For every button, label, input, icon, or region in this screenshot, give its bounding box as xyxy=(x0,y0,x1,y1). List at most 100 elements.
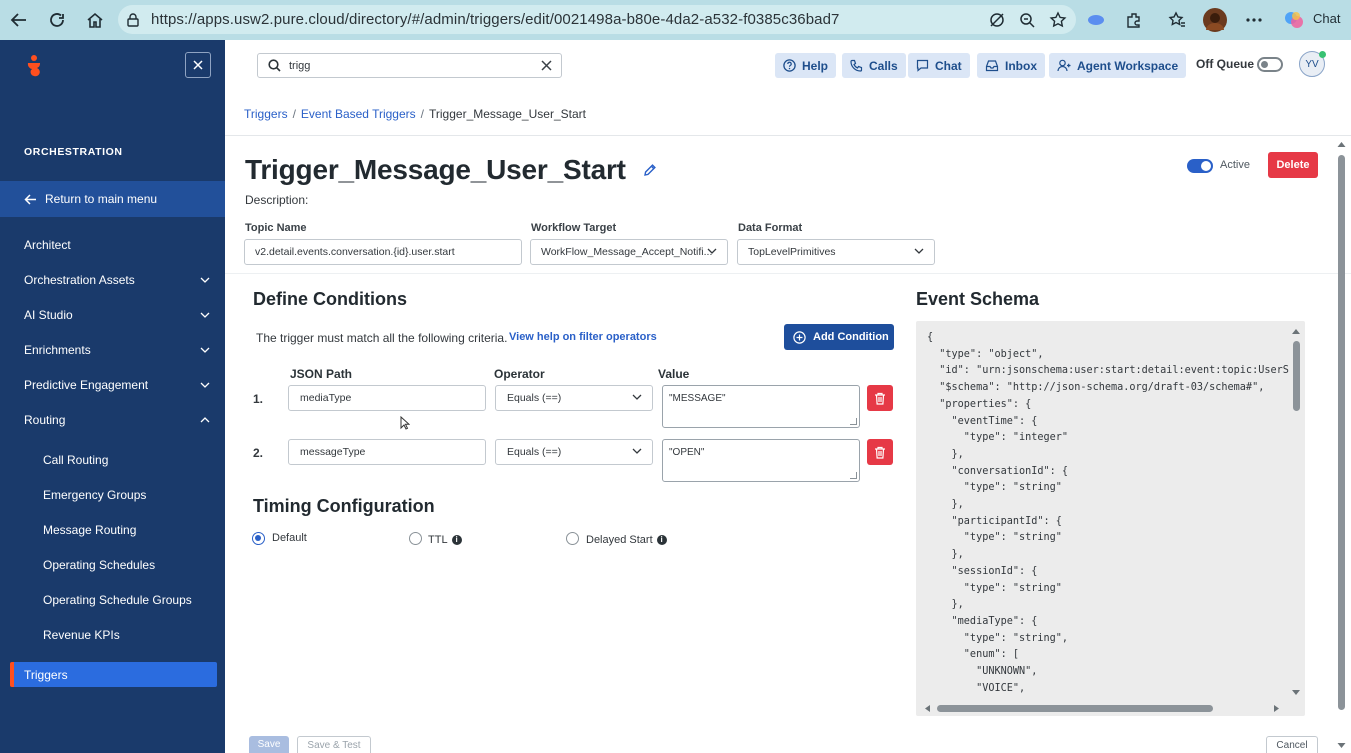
schema-horizontal-scrollbar[interactable] xyxy=(919,701,1285,715)
scroll-left-icon[interactable] xyxy=(923,704,931,713)
sidebar-subitem-message-routing[interactable]: Message Routing xyxy=(43,523,136,537)
workflow-target-select[interactable]: WorkFlow_Message_Accept_Notifi... xyxy=(530,239,728,265)
chevron-down-icon xyxy=(200,382,210,388)
browser-chat-label[interactable]: Chat xyxy=(1313,11,1340,26)
scrollbar-thumb[interactable] xyxy=(1293,341,1300,411)
tracking-off-icon[interactable] xyxy=(985,8,1009,32)
scroll-down-icon[interactable] xyxy=(1291,689,1301,697)
timing-delayed-start-radio[interactable] xyxy=(566,532,579,545)
delete-condition-button[interactable] xyxy=(867,439,893,465)
clear-search-icon[interactable] xyxy=(541,60,552,71)
sidebar-item-triggers[interactable]: Triggers xyxy=(10,662,217,687)
queue-toggle[interactable] xyxy=(1257,57,1283,72)
timing-default-radio[interactable] xyxy=(252,532,265,545)
sidebar-item-enrichments[interactable]: Enrichments xyxy=(24,343,210,357)
filter-help-link[interactable]: View help on filter operators xyxy=(509,331,657,343)
add-condition-button[interactable]: Add Condition xyxy=(784,324,894,350)
topic-name-value: v2.detail.events.conversation.{id}.user.… xyxy=(255,246,455,258)
url-text[interactable]: https://apps.usw2.pure.cloud/directory/#… xyxy=(151,11,840,28)
favorite-star-icon[interactable] xyxy=(1046,8,1070,32)
timing-configuration-heading: Timing Configuration xyxy=(253,496,435,516)
close-sidebar-button[interactable] xyxy=(185,52,211,78)
inbox-button[interactable]: Inbox xyxy=(977,53,1045,78)
chat-button[interactable]: Chat xyxy=(908,53,970,78)
more-options-icon[interactable] xyxy=(1242,8,1266,32)
operator-select[interactable]: Equals (==) xyxy=(495,439,653,465)
condition-value-textarea[interactable]: "OPEN" xyxy=(662,439,860,482)
help-button[interactable]: Help xyxy=(775,53,837,78)
scrollbar-thumb[interactable] xyxy=(1338,155,1345,710)
agent-workspace-label: Agent Workspace xyxy=(1077,58,1179,73)
home-icon[interactable] xyxy=(83,8,107,32)
json-path-input[interactable]: mediaType xyxy=(288,385,486,411)
schema-line: }, xyxy=(927,549,964,561)
schema-line: "type": "object", xyxy=(927,348,1044,360)
scroll-down-icon[interactable] xyxy=(1336,742,1347,750)
back-icon[interactable] xyxy=(7,8,31,32)
operator-select[interactable]: Equals (==) xyxy=(495,385,653,411)
profile-avatar-icon[interactable] xyxy=(1203,8,1227,32)
scroll-up-icon[interactable] xyxy=(1336,140,1347,148)
extensions-icon[interactable] xyxy=(1122,8,1146,32)
scroll-up-icon[interactable] xyxy=(1291,327,1301,335)
event-schema-code-panel[interactable]: { "type": "object", "id": "urn:jsonschem… xyxy=(916,321,1305,716)
timing-ttl-label: TTL xyxy=(428,534,448,546)
sidebar-subitem-call-routing[interactable]: Call Routing xyxy=(43,453,108,467)
data-format-select[interactable]: TopLevelPrimitives xyxy=(737,239,935,265)
json-path-input[interactable]: messageType xyxy=(288,439,486,465)
operator-value: Equals (==) xyxy=(507,446,562,458)
sidebar-subitem-emergency-groups[interactable]: Emergency Groups xyxy=(43,488,146,502)
reload-icon[interactable] xyxy=(45,8,69,32)
search-input[interactable] xyxy=(289,59,529,72)
plus-circle-icon xyxy=(793,330,806,344)
topic-name-field[interactable]: v2.detail.events.conversation.{id}.user.… xyxy=(244,239,522,265)
save-button[interactable]: Save xyxy=(249,736,289,753)
delete-condition-button[interactable] xyxy=(867,385,893,411)
sidebar-subitem-revenue-kpis[interactable]: Revenue KPIs xyxy=(43,628,120,642)
sidebar-item-ai-studio[interactable]: AI Studio xyxy=(24,308,210,322)
agent-workspace-button[interactable]: Agent Workspace xyxy=(1049,53,1187,78)
favorites-icon[interactable] xyxy=(1165,8,1189,32)
condition-number: 2. xyxy=(253,446,264,460)
copilot-extension-icon[interactable] xyxy=(1084,8,1108,32)
page-vertical-scrollbar[interactable] xyxy=(1336,140,1347,750)
info-icon[interactable]: i xyxy=(656,535,667,546)
sidebar-item-routing[interactable]: Routing xyxy=(24,413,210,427)
sidebar-item-label: AI Studio xyxy=(24,308,73,322)
sidebar-item-predictive-engagement[interactable]: Predictive Engagement xyxy=(24,378,210,392)
search-icon xyxy=(268,59,281,72)
lock-icon[interactable] xyxy=(121,8,145,32)
save-and-test-button[interactable]: Save & Test xyxy=(297,736,371,753)
sidebar-subitem-operating-schedules[interactable]: Operating Schedules xyxy=(43,558,155,572)
zoom-icon[interactable] xyxy=(1015,8,1039,32)
breadcrumb-triggers[interactable]: Triggers xyxy=(244,107,288,121)
edit-title-icon[interactable] xyxy=(643,163,657,177)
copilot-icon[interactable] xyxy=(1282,8,1306,32)
cancel-button[interactable]: Cancel xyxy=(1266,736,1318,753)
data-format-label: Data Format xyxy=(738,222,803,234)
agent-icon xyxy=(1057,59,1071,72)
calls-button[interactable]: Calls xyxy=(842,53,906,78)
schema-line: "UNKNOWN", xyxy=(927,666,1038,678)
condition-value-textarea[interactable]: "MESSAGE" xyxy=(662,385,860,428)
avatar[interactable]: YV xyxy=(1299,51,1326,77)
scroll-right-icon[interactable] xyxy=(1273,704,1281,713)
delete-button[interactable]: Delete xyxy=(1268,152,1318,178)
sidebar-item-orchestration-assets[interactable]: Orchestration Assets xyxy=(24,273,210,287)
info-icon[interactable]: i xyxy=(451,535,462,546)
active-toggle[interactable] xyxy=(1187,159,1213,173)
chevron-down-icon xyxy=(914,248,924,254)
sidebar-item-architect[interactable]: Architect xyxy=(24,238,210,252)
schema-vertical-scrollbar[interactable] xyxy=(1291,327,1301,697)
timing-ttl-radio[interactable] xyxy=(409,532,422,545)
schema-line: "enum": [ xyxy=(927,649,1020,661)
chevron-down-icon xyxy=(200,347,210,353)
scrollbar-thumb[interactable] xyxy=(937,705,1213,712)
search-box[interactable] xyxy=(257,53,562,78)
breadcrumb-event-based-triggers[interactable]: Event Based Triggers xyxy=(301,107,416,121)
return-to-main-menu[interactable]: Return to main menu xyxy=(0,181,225,217)
timing-delayed-start-label: Delayed Start xyxy=(586,534,653,546)
schema-line: }, xyxy=(927,448,964,460)
close-icon xyxy=(193,60,203,70)
sidebar-subitem-operating-schedule-groups[interactable]: Operating Schedule Groups xyxy=(43,593,192,607)
